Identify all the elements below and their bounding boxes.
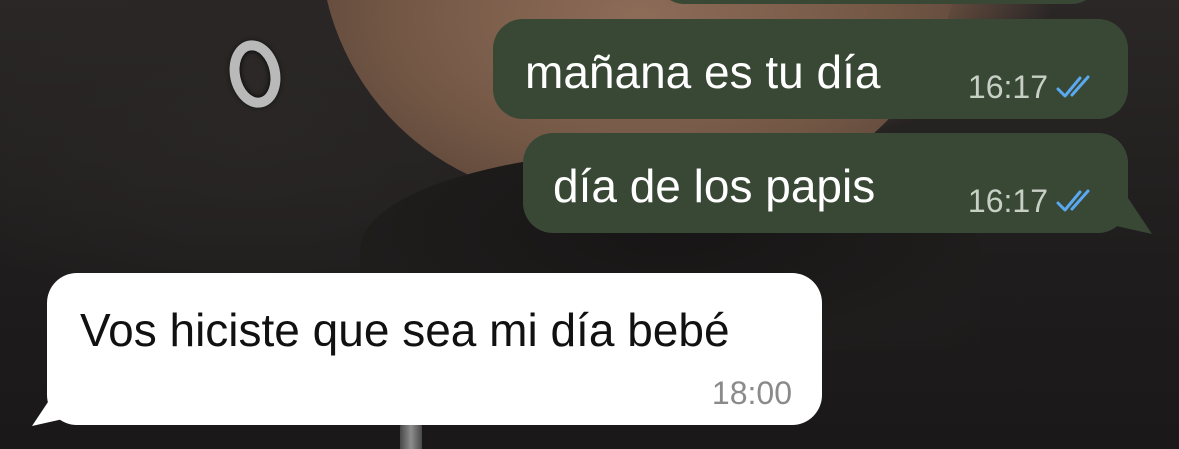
message-meta: 16:17 [968,71,1102,103]
wallpaper-zipper [400,424,422,449]
message-text: mañana es tu día [525,46,881,98]
double-check-icon [1056,75,1090,98]
message-time: 16:17 [967,69,1048,105]
message-time: 18:00 [711,375,792,411]
message-time: 16:17 [967,183,1048,219]
message-bubble-outgoing[interactable]: mañana es tu día 16:17 [493,19,1128,119]
message-meta: 18:00 [712,377,792,409]
message-bubble-incoming[interactable]: Vos hiciste que sea mi día bebé 18:00 [47,273,822,425]
message-meta: 16:17 [968,185,1102,217]
message-bubble-outgoing[interactable]: día de los papis 16:17 [523,133,1128,233]
message-text: día de los papis [553,160,876,212]
message-text: Vos hiciste que sea mi día bebé [80,304,730,356]
double-check-icon [1056,189,1090,212]
wallpaper-grommet [223,35,287,113]
previous-message-bubble[interactable] [658,0,1098,4]
